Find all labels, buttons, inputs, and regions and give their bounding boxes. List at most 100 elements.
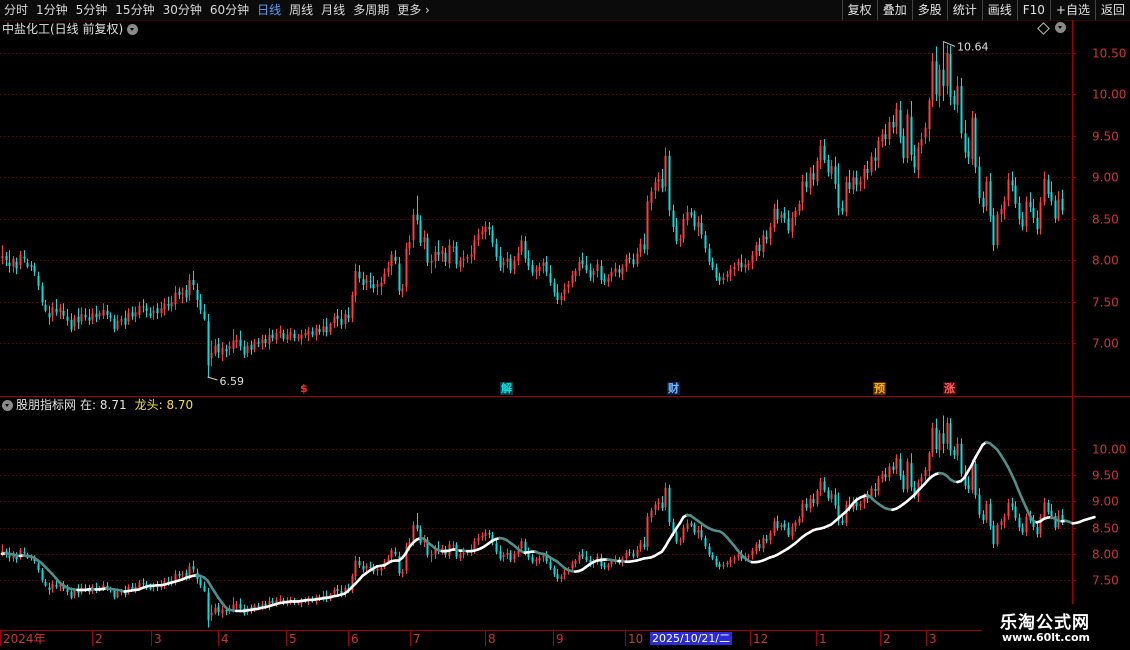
candle-body-81 [293, 333, 296, 339]
candle-body-63 [228, 346, 231, 349]
candle-body-78 [282, 333, 285, 339]
candle-body-291 [1050, 192, 1053, 202]
dropdown-circle-icon[interactable] [127, 23, 139, 35]
ind-candle-body-13 [48, 587, 51, 590]
candle-body-24 [88, 317, 91, 321]
indicator-name[interactable]: 股朋指标网 [16, 398, 76, 412]
event-marker-dividend[interactable]: $ [299, 382, 309, 395]
kline-chart[interactable]: 7.00 7.50 8.00 8.50 9.00 9.50 10.00 10.50 7.50 8.… [0, 0, 1130, 650]
candle-body-143 [517, 252, 520, 261]
event-marker-unlock[interactable]: 解 [500, 382, 513, 395]
candle-body-200 [722, 277, 725, 281]
ind-candle-body-259 [935, 428, 938, 449]
event-marker-limit-up[interactable]: 涨 [943, 382, 956, 395]
candle-body-156 [563, 289, 566, 295]
ind-candle-body-195 [704, 538, 707, 547]
candle-body-276 [996, 214, 999, 246]
candle-body-186 [672, 210, 675, 227]
candle-body-72 [261, 339, 264, 343]
ind-candle-body-50 [181, 574, 184, 576]
ind-candle-body-233 [841, 520, 844, 523]
candle-body-18 [66, 316, 69, 321]
candle-body-206 [744, 264, 747, 268]
main-tick-label-5: 9.50 [1092, 130, 1119, 144]
candle-body-292 [1054, 200, 1057, 219]
candle-body-148 [535, 269, 538, 272]
ind-candle-body-262 [946, 422, 949, 444]
ind-candle-body-204 [737, 554, 740, 557]
candle-body-64 [232, 340, 235, 349]
candle-body-222 [801, 181, 804, 203]
candle-body-203 [733, 266, 736, 270]
candle-body-98 [354, 270, 357, 296]
candle-body-254 [917, 147, 920, 170]
ind-candle-body-6 [23, 551, 26, 553]
candle-body-39 [142, 306, 145, 308]
x-tick-label-11: 1 [819, 632, 827, 646]
x-tick-label-12: 2 [883, 632, 891, 646]
x-tick-label-2: 3 [154, 632, 162, 646]
candle-body-293 [1057, 199, 1060, 219]
candle-body-20 [73, 318, 76, 327]
event-marker-forecast[interactable]: 预 [873, 382, 886, 395]
candle-body-231 [834, 166, 837, 184]
candle-body-198 [715, 267, 718, 278]
candle-body-36 [131, 312, 134, 317]
indicator-dropdown-icon[interactable] [2, 399, 13, 411]
candle-body-50 [181, 292, 184, 295]
candle-body-263 [949, 53, 952, 97]
ind-candle-body-57 [207, 592, 210, 621]
candle-body-92 [333, 317, 336, 324]
ind-candle-body-234 [845, 504, 848, 524]
candle-body-285 [1029, 202, 1032, 208]
ind-candle-body-272 [982, 514, 985, 521]
candle-body-247 [892, 121, 895, 128]
ind-candle-body-134 [484, 532, 487, 536]
ind-candle-body-244 [881, 474, 884, 479]
ind-candle-body-173 [625, 552, 628, 558]
candle-body-204 [737, 261, 740, 266]
candle-body-85 [307, 330, 310, 335]
candle-body-140 [506, 258, 509, 262]
ind-candle-body-147 [531, 556, 534, 562]
candle-body-244 [881, 134, 884, 142]
candle-body-289 [1043, 178, 1046, 203]
ind-candle-body-102 [369, 566, 372, 568]
settings-circle-icon[interactable] [1055, 22, 1066, 33]
candle-body-110 [398, 263, 401, 291]
ind-candle-body-257 [928, 452, 931, 472]
candle-body-217 [783, 212, 786, 219]
ind-candle-body-225 [812, 498, 815, 503]
candle-body-146 [527, 258, 530, 266]
ind-candle-body-213 [769, 532, 772, 541]
candle-body-201 [726, 274, 729, 277]
ind-candle-body-140 [506, 552, 509, 555]
ind-candle-body-238 [859, 504, 862, 507]
candle-body-262 [946, 53, 949, 87]
candle-body-221 [798, 203, 801, 212]
ind-candle-body-185 [668, 487, 671, 523]
candle-body-97 [351, 294, 354, 319]
candle-body-172 [621, 267, 624, 275]
event-marker-finance[interactable]: 财 [667, 382, 680, 395]
candle-body-105 [380, 282, 383, 287]
candle-body-69 [250, 344, 253, 350]
x-tick-label-10: 12 [753, 632, 768, 646]
ind-tick-label-1: 8.00 [1092, 548, 1119, 562]
candle-body-115 [416, 214, 419, 221]
ind-candle-body-152 [549, 562, 552, 568]
candle-body-237 [855, 177, 858, 185]
ind-candle-body-178 [643, 543, 646, 547]
candle-body-255 [920, 139, 923, 146]
ind-candle-body-104 [376, 568, 379, 571]
ind-candle-body-199 [718, 564, 721, 567]
ind-candle-body-290 [1047, 502, 1050, 512]
candle-body-132 [477, 234, 480, 241]
candle-body-46 [167, 304, 170, 306]
candle-body-245 [884, 134, 887, 140]
candle-body-175 [632, 259, 635, 265]
candle-body-191 [690, 212, 693, 216]
candle-body-252 [910, 116, 913, 155]
candle-body-208 [751, 255, 754, 263]
candle-body-102 [369, 280, 372, 282]
